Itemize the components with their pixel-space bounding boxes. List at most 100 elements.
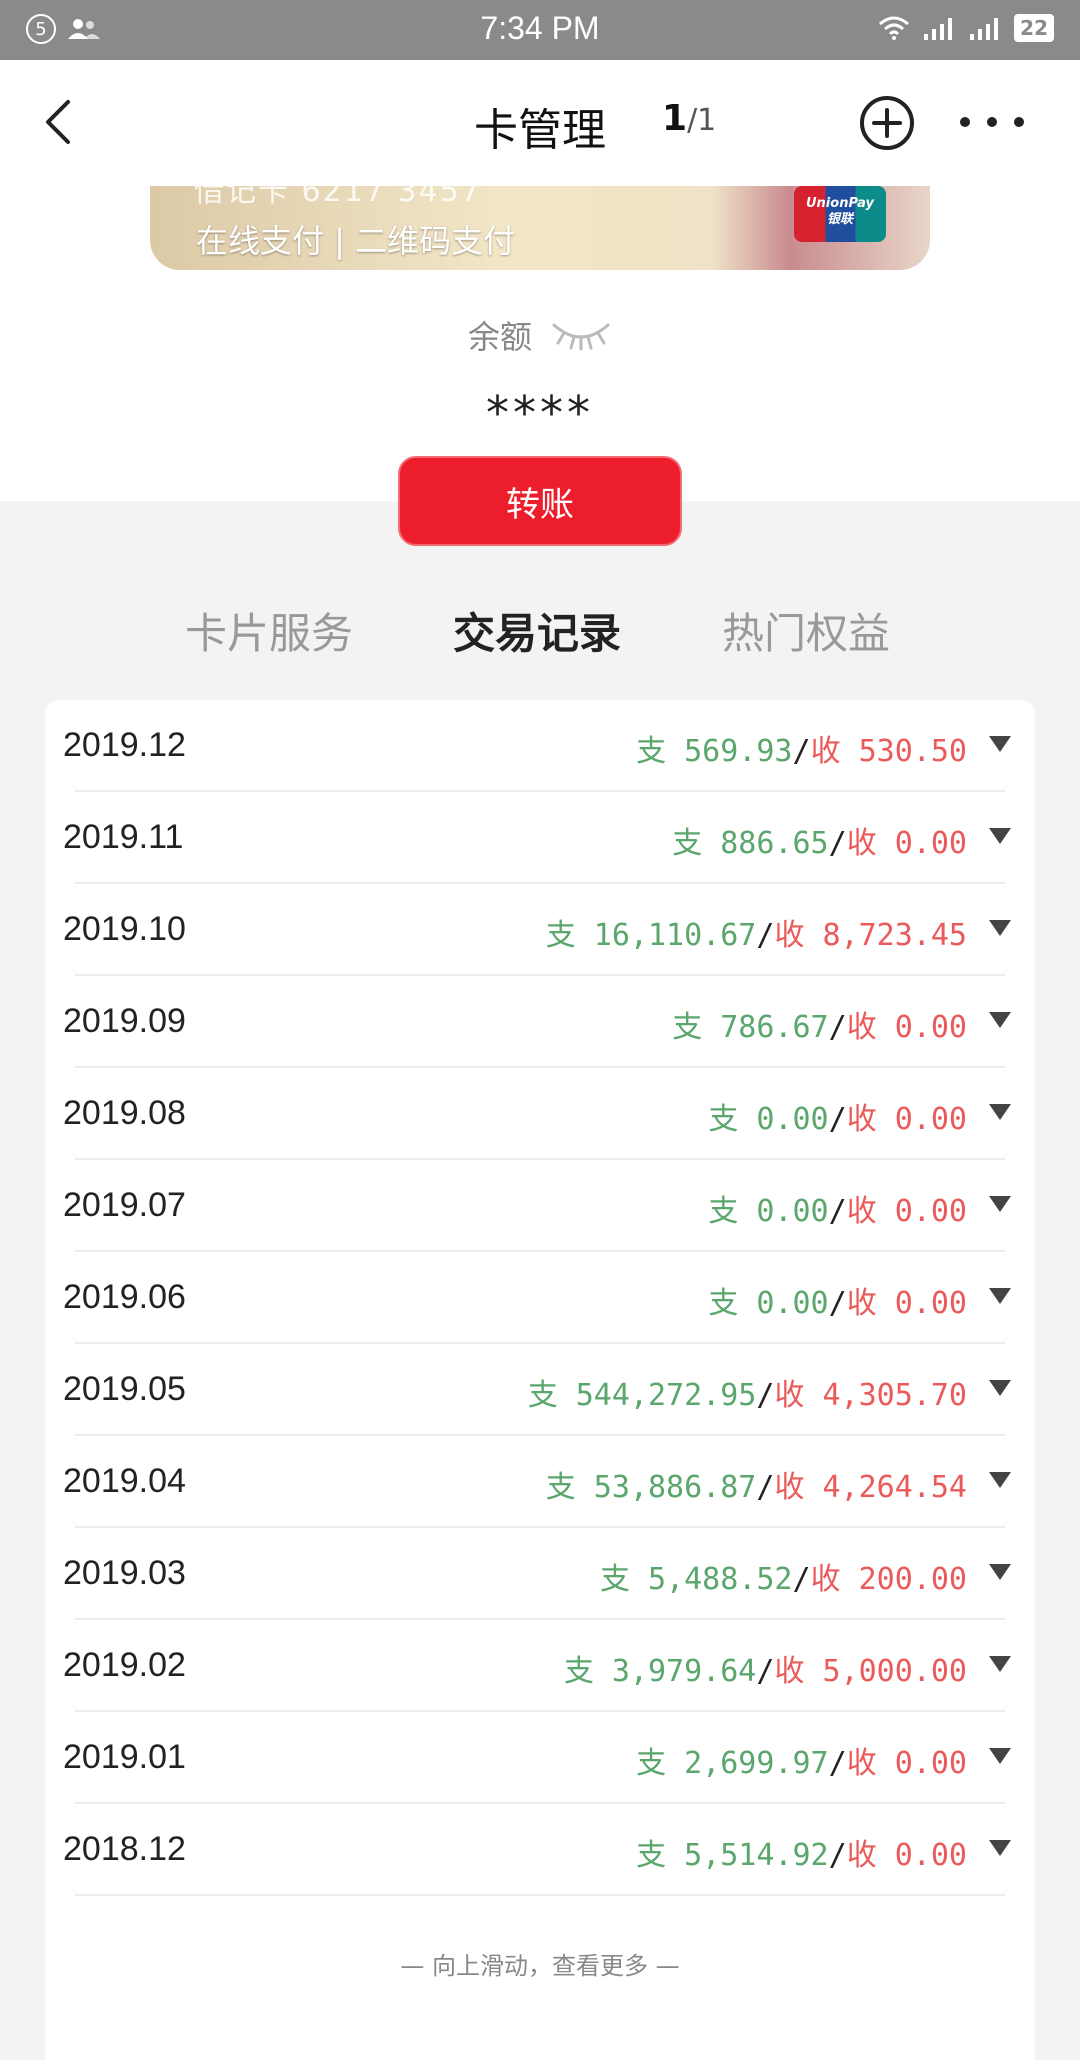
record-expense: 支 544,272.95 [527,1378,757,1413]
record-amounts: 支 544,272.95/收 4,305.70 [528,1370,967,1414]
record-amounts: 支 0.00/收 0.00 [708,1278,967,1322]
expand-caret-icon[interactable] [989,1288,1011,1304]
expand-caret-icon[interactable] [989,1196,1011,1212]
row-divider [75,1894,1005,1896]
pager-total: /1 [687,103,717,138]
more-options-button[interactable] [960,100,1024,144]
tab-transaction-records[interactable]: 交易记录 [453,600,621,661]
record-separator: / [756,918,775,953]
eye-closed-icon[interactable] [550,315,612,355]
table-row[interactable]: 2019.02 支 3,979.64/收 5,000.00 [45,1620,1035,1712]
table-row[interactable]: 2019.11 支 886.65/收 0.00 [45,792,1035,884]
record-expense: 支 2,699.97 [636,1746,829,1781]
record-expense: 支 0.00 [708,1102,829,1137]
balance-value: **** [486,386,594,440]
table-row[interactable]: 2019.12 支 569.93/收 530.50 [45,700,1035,792]
expand-caret-icon[interactable] [989,1472,1011,1488]
more-dot-icon [960,117,970,127]
expand-caret-icon[interactable] [989,828,1011,844]
table-row[interactable]: 2019.07 支 0.00/收 0.00 [45,1160,1035,1252]
tab-bar: 卡片服务 交易记录 热门权益 [0,600,1080,680]
expand-caret-icon[interactable] [989,920,1011,936]
record-expense: 支 786.67 [672,1010,829,1045]
wifi-icon [879,16,910,40]
add-circle-icon[interactable] [858,94,916,152]
pager-current: 1 [662,98,688,139]
record-expense: 支 3,979.64 [563,1654,757,1689]
record-month: 2019.05 [63,1370,186,1408]
record-separator: / [828,1286,847,1321]
record-amounts: 支 786.67/收 0.00 [672,1002,967,1046]
record-month: 2019.02 [63,1646,186,1684]
record-month: 2019.12 [63,726,186,764]
record-expense: 支 5,488.52 [599,1562,793,1597]
record-month: 2019.10 [63,910,186,948]
table-row[interactable]: 2019.04 支 53,886.87/收 4,264.54 [45,1436,1035,1528]
record-income: 收 5,000.00 [774,1654,967,1689]
record-expense: 支 569.93 [636,734,793,769]
record-income: 收 0.00 [846,1286,967,1321]
record-amounts: 支 3,979.64/收 5,000.00 [564,1646,967,1690]
record-income: 收 4,264.54 [774,1470,967,1505]
status-bar: 5 7:34 PM 22 [0,0,1080,60]
record-amounts: 支 16,110.67/收 8,723.45 [546,910,967,954]
record-income: 收 0.00 [846,1746,967,1781]
record-separator: / [792,734,811,769]
transfer-button[interactable]: 转账 [398,456,682,546]
record-expense: 支 16,110.67 [545,918,757,953]
table-row[interactable]: 2019.01 支 2,699.97/收 0.00 [45,1712,1035,1804]
record-amounts: 支 2,699.97/收 0.00 [636,1738,967,1782]
record-amounts: 支 5,514.92/收 0.00 [636,1830,967,1874]
status-right: 22 [878,14,1054,42]
record-expense: 支 5,514.92 [636,1838,829,1873]
bank-card[interactable]: 借记卡 6217 3457 在线支付 | 二维码支付 UnionPay 银联 [150,186,930,270]
record-month: 2019.03 [63,1554,186,1592]
record-income: 收 200.00 [810,1562,967,1597]
expand-caret-icon[interactable] [989,1748,1011,1764]
expand-caret-icon[interactable] [989,1840,1011,1856]
nav-bar: 卡管理 1/1 [0,60,1080,186]
table-row[interactable]: 2019.10 支 16,110.67/收 8,723.45 [45,884,1035,976]
record-expense: 支 886.65 [672,826,829,861]
record-month: 2018.12 [63,1830,186,1868]
record-separator: / [828,1746,847,1781]
record-expense: 支 0.00 [708,1286,829,1321]
record-amounts: 支 886.65/收 0.00 [672,818,967,862]
record-month: 2019.07 [63,1186,186,1224]
record-expense: 支 53,886.87 [545,1470,757,1505]
record-amounts: 支 569.93/收 530.50 [636,726,967,770]
record-month: 2019.06 [63,1278,186,1316]
record-month: 2019.04 [63,1462,186,1500]
table-row[interactable]: 2019.05 支 544,272.95/收 4,305.70 [45,1344,1035,1436]
table-row[interactable]: 2018.12 支 5,514.92/收 0.00 [45,1804,1035,1896]
record-month: 2019.01 [63,1738,186,1776]
page-title-text: 卡管理 [474,105,606,156]
signal-icon-sim1 [924,18,953,40]
table-row[interactable]: 2019.09 支 786.67/收 0.00 [45,976,1035,1068]
record-income: 收 0.00 [846,826,967,861]
record-separator: / [828,1194,847,1229]
expand-caret-icon[interactable] [989,736,1011,752]
expand-caret-icon[interactable] [989,1380,1011,1396]
record-income: 收 530.50 [810,734,967,769]
more-dot-icon [987,117,997,127]
record-income: 收 0.00 [846,1838,967,1873]
record-amounts: 支 0.00/收 0.00 [708,1094,967,1138]
record-month: 2019.09 [63,1002,186,1040]
more-dot-icon [1014,117,1024,127]
tab-hot-benefits[interactable]: 热门权益 [722,600,890,661]
expand-caret-icon[interactable] [989,1656,1011,1672]
table-row[interactable]: 2019.06 支 0.00/收 0.00 [45,1252,1035,1344]
expand-caret-icon[interactable] [989,1104,1011,1120]
record-separator: / [828,1838,847,1873]
table-row[interactable]: 2019.03 支 5,488.52/收 200.00 [45,1528,1035,1620]
balance-label: 余额 [467,318,532,356]
record-amounts: 支 0.00/收 0.00 [708,1186,967,1230]
table-row[interactable]: 2019.08 支 0.00/收 0.00 [45,1068,1035,1160]
expand-caret-icon[interactable] [989,1564,1011,1580]
record-separator: / [828,1102,847,1137]
card-features: 在线支付 | 二维码支付 [196,222,516,260]
expand-caret-icon[interactable] [989,1012,1011,1028]
tab-card-services[interactable]: 卡片服务 [185,600,353,661]
record-income: 收 0.00 [846,1194,967,1229]
